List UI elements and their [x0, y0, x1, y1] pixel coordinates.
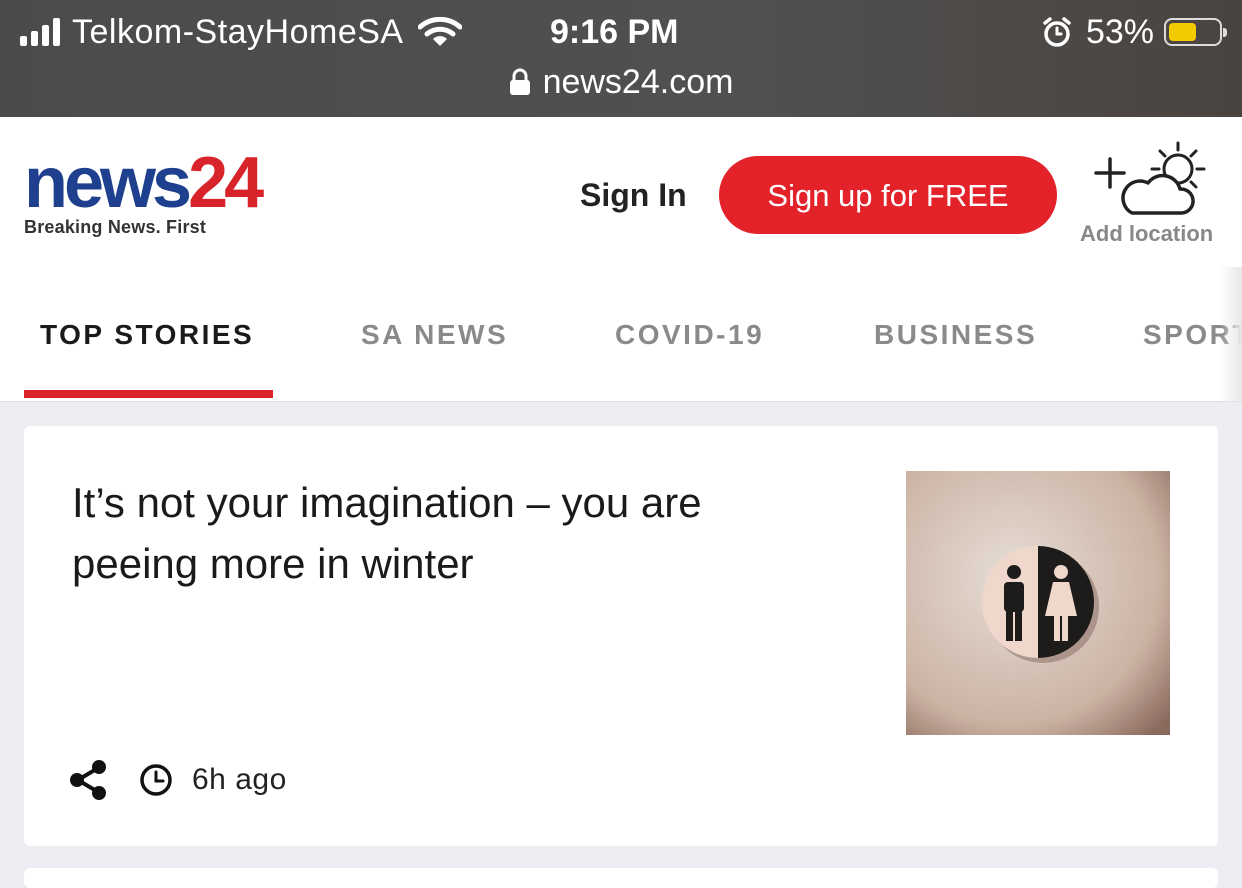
restroom-sign-image — [906, 471, 1170, 735]
clock-time: 9:16 PM — [550, 13, 679, 51]
lock-icon — [509, 68, 530, 95]
tab-business[interactable]: BUSINESS — [874, 319, 1037, 351]
battery-percentage: 53% — [1085, 12, 1154, 51]
status-bar: Telkom-StayHomeSA 9:16 PM 53% news24.com — [0, 0, 1242, 117]
add-location-label: Add location — [1080, 221, 1214, 246]
share-icon[interactable] — [66, 758, 110, 802]
signal-icon — [20, 18, 60, 46]
section-tabs: TOP STORIES SA NEWS COVID-19 BUSINESS SP… — [0, 267, 1242, 402]
scroll-fade — [1220, 267, 1242, 401]
status-right: 53% — [1042, 10, 1227, 54]
site-header: news24 Breaking News. First Sign In Sign… — [0, 117, 1242, 267]
url-text: news24.com — [542, 62, 734, 101]
article-card[interactable]: It’s not your imagination – you are peei… — [24, 426, 1218, 846]
battery-level — [1169, 23, 1196, 41]
tab-covid-19[interactable]: COVID-19 — [615, 319, 764, 351]
sign-up-button[interactable]: Sign up for FREE — [719, 156, 1057, 234]
logo-24: 24 — [188, 143, 264, 223]
battery-icon — [1164, 18, 1227, 46]
article-thumbnail[interactable] — [906, 471, 1170, 735]
article-time-ago: 6h ago — [192, 763, 287, 796]
logo-news: news — [24, 143, 192, 223]
sign-in-link[interactable]: Sign In — [580, 177, 687, 214]
article-headline[interactable]: It’s not your imagination – you are peei… — [72, 472, 832, 594]
news24-logo[interactable]: news24 Breaking News. First — [24, 147, 264, 238]
active-tab-indicator — [24, 390, 273, 398]
alarm-icon — [1043, 17, 1071, 47]
add-location-button[interactable]: Add location — [1080, 139, 1220, 247]
next-article-card[interactable] — [24, 868, 1218, 888]
wifi-icon — [417, 16, 462, 46]
article-meta: 6h ago — [66, 756, 287, 804]
carrier-group: Telkom-StayHomeSA — [20, 10, 462, 54]
clock-icon — [140, 764, 172, 796]
weather-add-icon — [1094, 141, 1206, 215]
carrier-name: Telkom-StayHomeSA — [72, 12, 404, 51]
address-bar[interactable]: news24.com — [0, 60, 1242, 104]
tab-top-stories[interactable]: TOP STORIES — [40, 319, 254, 351]
tab-sa-news[interactable]: SA NEWS — [361, 319, 508, 351]
